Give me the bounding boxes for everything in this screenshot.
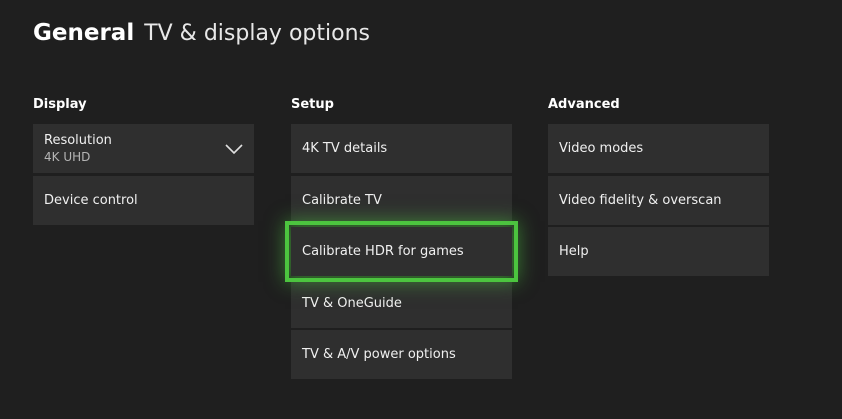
tv-oneguide-button[interactable]: TV & OneGuide bbox=[291, 278, 512, 328]
resolution-dropdown[interactable]: Resolution 4K UHD bbox=[33, 124, 254, 173]
resolution-value: 4K UHD bbox=[44, 150, 91, 164]
page-title: TV & display options bbox=[144, 21, 370, 46]
display-column: Display Resolution 4K UHD Device control bbox=[33, 96, 255, 227]
video-fidelity-label: Video fidelity & overscan bbox=[559, 192, 722, 208]
calibrate-hdr-label: Calibrate HDR for games bbox=[302, 244, 464, 260]
video-modes-label: Video modes bbox=[559, 141, 644, 156]
tv-av-power-options-button[interactable]: TV & A/V power options bbox=[291, 330, 512, 380]
resolution-label: Resolution bbox=[44, 133, 112, 148]
section-title: General bbox=[33, 20, 135, 46]
video-fidelity-button[interactable]: Video fidelity & overscan bbox=[548, 175, 769, 225]
4k-tv-details-button[interactable]: 4K TV details bbox=[291, 124, 512, 173]
resolution-text: Resolution 4K UHD bbox=[44, 133, 112, 164]
calibrate-tv-label: Calibrate TV bbox=[302, 192, 382, 208]
help-button[interactable]: Help bbox=[548, 227, 769, 277]
help-label: Help bbox=[559, 244, 589, 260]
setup-column: Setup 4K TV details Calibrate TV Calibra… bbox=[285, 96, 518, 382]
tv-oneguide-label: TV & OneGuide bbox=[302, 295, 402, 311]
4k-tv-details-label: 4K TV details bbox=[302, 141, 388, 156]
advanced-column: Advanced Video modes Video fidelity & ov… bbox=[548, 96, 770, 279]
page-header: General TV & display options bbox=[33, 20, 370, 52]
video-modes-button[interactable]: Video modes bbox=[548, 124, 769, 173]
calibrate-tv-button[interactable]: Calibrate TV bbox=[291, 175, 512, 225]
setup-heading: Setup bbox=[291, 97, 334, 112]
device-control-label: Device control bbox=[44, 192, 138, 208]
display-heading: Display bbox=[33, 97, 87, 112]
calibrate-hdr-button[interactable]: Calibrate HDR for games bbox=[285, 221, 518, 283]
device-control-button[interactable]: Device control bbox=[33, 175, 254, 225]
tv-av-power-options-label: TV & A/V power options bbox=[302, 347, 456, 363]
advanced-heading: Advanced bbox=[548, 97, 620, 112]
chevron-down-icon bbox=[225, 140, 243, 158]
